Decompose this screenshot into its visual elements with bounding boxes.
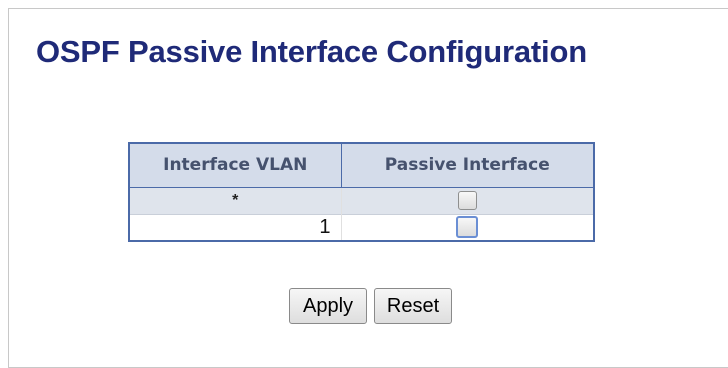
apply-button[interactable]: Apply <box>289 288 367 324</box>
table-row: 1 <box>128 213 594 241</box>
passive-checkbox-all[interactable] <box>457 191 477 210</box>
passive-interface-table: Interface VLAN Passive Interface * 1 <box>128 142 595 242</box>
passive-cell <box>340 213 594 241</box>
vlan-cell: 1 <box>128 213 341 241</box>
header-interface-vlan: Interface VLAN <box>128 142 342 188</box>
vlan-cell-all: * <box>128 187 341 214</box>
header-passive-interface: Passive Interface <box>340 142 595 188</box>
page-title: OSPF Passive Interface Configuration <box>36 34 587 69</box>
table-header-row: Interface VLAN Passive Interface <box>128 142 595 188</box>
table-row-all: * <box>128 187 594 214</box>
passive-checkbox[interactable] <box>456 216 479 239</box>
reset-button[interactable]: Reset <box>374 288 452 324</box>
passive-cell-all <box>340 187 594 214</box>
